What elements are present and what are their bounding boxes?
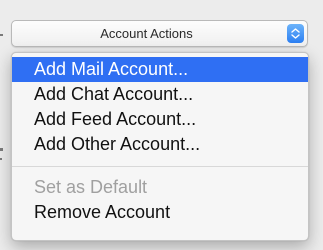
menu-item-remove-account[interactable]: Remove Account: [12, 200, 308, 225]
background-mark: [0, 148, 3, 151]
menu-item-add-feed-account[interactable]: Add Feed Account...: [12, 107, 308, 132]
menu-item-add-other-account[interactable]: Add Other Account...: [12, 132, 308, 157]
background-mark: [0, 34, 3, 36]
background-mark: [0, 158, 2, 160]
account-actions-menu: Add Mail Account... Add Chat Account... …: [11, 52, 309, 241]
menu-item-add-chat-account[interactable]: Add Chat Account...: [12, 82, 308, 107]
menu-separator: [12, 166, 308, 167]
account-actions-popup-button[interactable]: Account Actions: [11, 20, 308, 47]
popup-button-label: Account Actions: [100, 26, 193, 41]
menu-item-set-as-default: Set as Default: [34, 177, 148, 197]
up-down-chevron-icon[interactable]: [287, 24, 304, 43]
menu-item-add-mail-account[interactable]: Add Mail Account...: [12, 57, 308, 82]
